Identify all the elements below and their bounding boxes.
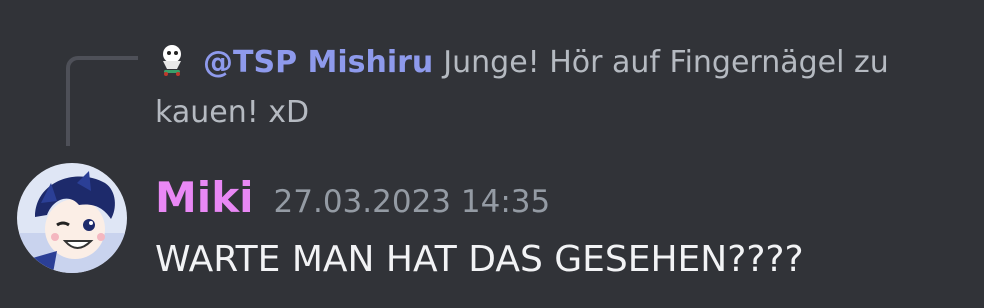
reply-connector — [66, 56, 138, 146]
message-timestamp[interactable]: 27.03.2023 14:35 — [274, 184, 551, 220]
message-header: Miki 27.03.2023 14:35 — [155, 170, 550, 226]
ghost-skater-avatar-icon[interactable] — [155, 43, 189, 77]
reply-preview[interactable]: @TSP Mishiru Junge! Hör auf Fingernägel z… — [155, 38, 965, 138]
anime-boy-avatar-icon[interactable] — [17, 163, 127, 273]
reply-author-mention[interactable]: @TSP Mishiru — [203, 45, 433, 80]
message-content: WARTE MAN HAT DAS GESEHEN???? — [155, 239, 804, 280]
message-author[interactable]: Miki — [155, 173, 254, 222]
chat-message: @TSP Mishiru Junge! Hör auf Fingernägel z… — [0, 0, 984, 308]
